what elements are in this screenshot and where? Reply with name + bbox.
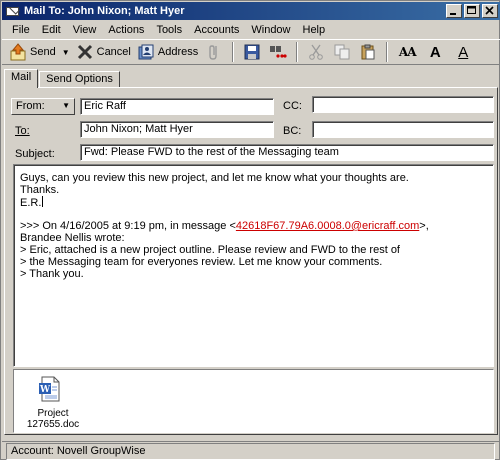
close-button[interactable]: [482, 4, 498, 18]
toolbar: Send ▼ Cancel Address AA A A: [2, 39, 500, 65]
underline-button[interactable]: A: [449, 41, 477, 63]
attachment-name-line: 127655.doc: [26, 419, 80, 430]
subject-label: Subject:: [15, 148, 55, 160]
status-bar: Account: Novell GroupWise: [2, 441, 500, 460]
copy-button[interactable]: [329, 41, 355, 63]
quote-line: > Thank you.: [20, 268, 84, 280]
to-field[interactable]: John Nixon; Matt Hyer: [80, 121, 274, 138]
from-field[interactable]: Eric Raff: [80, 98, 274, 115]
cancel-button[interactable]: Cancel: [73, 41, 134, 63]
body-line: Guys, can you review this new project, a…: [20, 172, 409, 184]
maximize-icon: [467, 6, 476, 14]
toolbar-separator: [296, 42, 299, 62]
quote-line: > Eric, attached is a new project outlin…: [20, 244, 400, 256]
address-label: Address: [157, 46, 199, 58]
copy-icon: [334, 44, 350, 60]
save-button[interactable]: [239, 41, 265, 63]
attach-icon: [209, 45, 217, 60]
quote-author: Brandee Nellis wrote:: [20, 232, 125, 244]
body-line: E.R.: [20, 196, 487, 209]
address-button[interactable]: Address: [134, 41, 201, 63]
bc-field[interactable]: [312, 121, 494, 138]
bc-label: BC:: [283, 125, 302, 137]
menu-help[interactable]: Help: [297, 24, 332, 36]
body-line: Thanks.: [20, 184, 60, 196]
toolbar-separator: [232, 42, 235, 62]
send-label: Send: [30, 46, 56, 58]
cc-label: CC:: [283, 100, 302, 112]
attachment-pane: W Project 127655.doc: [13, 369, 494, 433]
cancel-icon: [76, 43, 94, 61]
menu-accounts[interactable]: Accounts: [188, 24, 245, 36]
cc-field[interactable]: [312, 96, 494, 113]
spell-check-button[interactable]: [265, 41, 291, 63]
attachment-name-line: Project: [37, 408, 69, 419]
menu-tools[interactable]: Tools: [150, 24, 188, 36]
menu-edit[interactable]: Edit: [36, 24, 67, 36]
tab-strip: Mail Send Options: [4, 69, 121, 88]
bold-icon: A: [429, 43, 441, 61]
cut-icon: [309, 44, 324, 60]
cut-button[interactable]: [303, 41, 329, 63]
maximize-button[interactable]: [464, 4, 480, 18]
menu-view[interactable]: View: [67, 24, 103, 36]
minimize-icon: [450, 13, 456, 15]
font-size-icon: AA: [398, 45, 417, 59]
from-dropdown-button[interactable]: From: ▼: [11, 98, 75, 115]
quote-prefix: >>> On 4/16/2005 at 9:19 pm, in message …: [20, 220, 236, 232]
paste-icon: [361, 44, 375, 60]
send-button[interactable]: Send: [6, 41, 59, 63]
menu-actions[interactable]: Actions: [102, 24, 150, 36]
underline-icon: A: [458, 43, 469, 61]
cancel-label: Cancel: [96, 46, 131, 58]
attachment-name: Project 127655.doc: [20, 408, 86, 430]
tab-send-options[interactable]: Send Options: [39, 71, 120, 88]
message-id-link[interactable]: 42618F67.79A6.0008.0@ericraff.com: [236, 220, 419, 232]
from-label: From:: [16, 100, 45, 112]
quote-line: > the Messaging team for everyones revie…: [20, 256, 383, 268]
envelope-icon: [6, 5, 20, 17]
quote-header-line: >>> On 4/16/2005 at 9:19 pm, in message …: [20, 220, 487, 232]
status-text: Account: Novell GroupWise: [6, 443, 495, 460]
window-title: Mail To: John Nixon; Matt Hyer: [24, 5, 185, 17]
bold-button[interactable]: A: [421, 41, 449, 63]
text-cursor: [42, 196, 44, 207]
message-body[interactable]: Guys, can you review this new project, a…: [13, 164, 494, 367]
body-signature: E.R.: [20, 197, 42, 209]
mail-compose-window: Mail To: John Nixon; Matt Hyer File Edit…: [0, 0, 500, 460]
menu-file[interactable]: File: [6, 24, 36, 36]
paste-button[interactable]: [355, 41, 381, 63]
address-book-icon: [137, 43, 155, 61]
chevron-down-icon: ▼: [62, 101, 70, 110]
close-icon: [485, 6, 494, 15]
to-label: To:: [15, 125, 30, 137]
save-icon: [244, 44, 260, 60]
send-dropdown-icon[interactable]: ▼: [62, 48, 70, 57]
quote-suffix: >,: [419, 220, 429, 232]
word-document-icon: W: [39, 376, 60, 402]
title-bar[interactable]: Mail To: John Nixon; Matt Hyer: [2, 2, 500, 20]
toolbar-separator: [386, 42, 389, 62]
body-blank-line: [20, 208, 487, 220]
menu-bar: File Edit View Actions Tools Accounts Wi…: [2, 21, 500, 39]
spell-check-icon: [270, 46, 287, 58]
send-icon: [9, 43, 27, 61]
menu-window[interactable]: Window: [245, 24, 296, 36]
font-size-button[interactable]: AA: [393, 41, 421, 63]
attach-button[interactable]: [201, 41, 227, 63]
subject-field[interactable]: Fwd: Please FWD to the rest of the Messa…: [80, 144, 494, 161]
tab-mail[interactable]: Mail: [4, 69, 39, 88]
svg-text:W: W: [39, 385, 51, 395]
minimize-button[interactable]: [446, 4, 462, 18]
